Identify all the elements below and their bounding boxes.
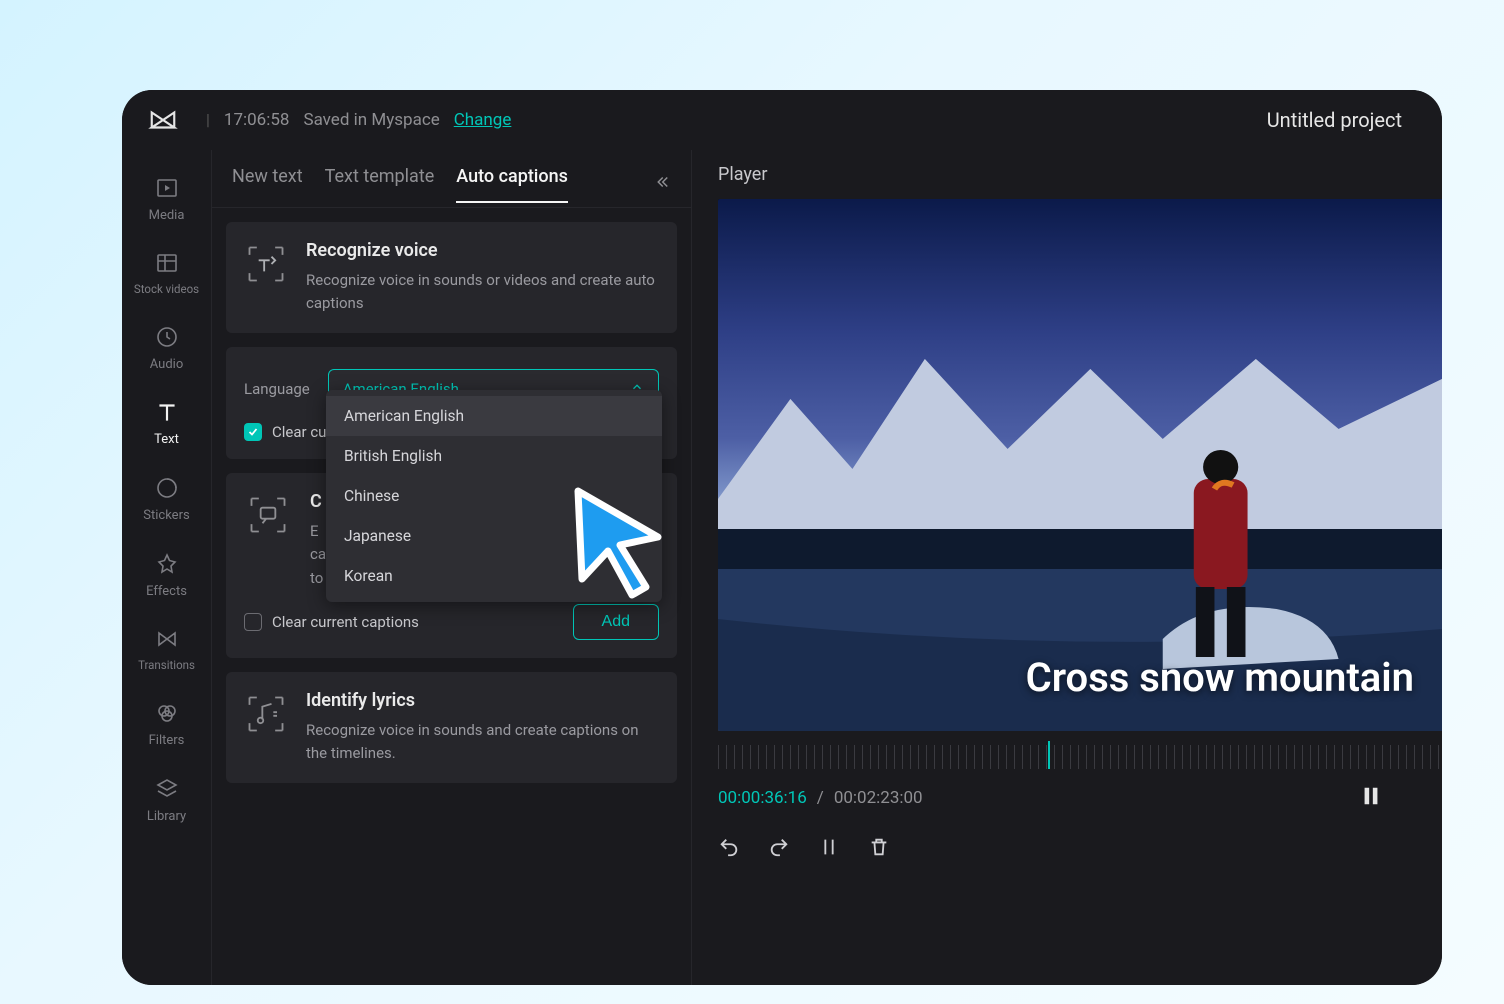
clear-captions-checkbox[interactable]: [244, 423, 262, 441]
left-sidebar: Media Stock videos Audio Text Stickers E…: [122, 150, 212, 985]
add-button[interactable]: Add: [573, 604, 659, 640]
sidebar-item-transitions[interactable]: Transitions: [125, 615, 209, 689]
sidebar-item-label: Filters: [149, 733, 185, 749]
audio-icon: [153, 323, 181, 351]
app-window: | 17:06:58 Saved in Myspace Change Untit…: [122, 90, 1442, 985]
media-icon: [153, 174, 181, 202]
player-title: Player: [718, 164, 1442, 199]
text-panel: New text Text template Auto captions Rec…: [212, 150, 692, 985]
playhead[interactable]: [1048, 741, 1050, 769]
create-captions-desc-line: E: [310, 520, 326, 543]
identify-lyrics-card: Identify lyrics Recognize voice in sound…: [226, 672, 677, 784]
recognize-voice-title: Recognize voice: [306, 240, 659, 261]
duration-time: 00:02:23:00: [834, 788, 923, 808]
split-button[interactable]: [818, 836, 840, 862]
recognize-voice-card: Recognize voice Recognize voice in sound…: [226, 222, 677, 334]
sidebar-item-label: Library: [147, 809, 186, 825]
undo-button[interactable]: [718, 836, 740, 862]
create-captions-title-trunc: C: [310, 491, 326, 512]
language-label: Language: [244, 380, 310, 398]
text-icon: [153, 398, 181, 426]
recognize-voice-desc: Recognize voice in sounds or videos and …: [306, 269, 659, 316]
stock-icon: [153, 249, 181, 277]
clear-captions-label: Clear current captions: [272, 613, 419, 631]
create-captions-desc-line: ca: [310, 543, 326, 566]
text-tabs: New text Text template Auto captions: [212, 150, 691, 208]
filters-icon: [153, 699, 181, 727]
tab-new-text[interactable]: New text: [232, 166, 303, 203]
sidebar-item-label: Audio: [150, 357, 183, 373]
sidebar-item-filters[interactable]: Filters: [125, 689, 209, 765]
tab-auto-captions[interactable]: Auto captions: [456, 166, 568, 203]
sidebar-item-label: Effects: [146, 584, 187, 600]
capcut-logo-icon: [148, 105, 178, 135]
sidebar-item-effects[interactable]: Effects: [125, 540, 209, 616]
divider: |: [206, 110, 210, 129]
language-option[interactable]: Japanese: [326, 516, 662, 556]
mountain-scene: [718, 199, 1442, 731]
identify-lyrics-icon: [244, 690, 288, 738]
create-captions-desc-line: to: [310, 567, 326, 590]
sidebar-item-audio[interactable]: Audio: [125, 313, 209, 389]
clear-captions-checkbox-2[interactable]: [244, 613, 262, 631]
sidebar-item-text[interactable]: Text: [125, 388, 209, 464]
library-icon: [153, 775, 181, 803]
delete-button[interactable]: [868, 836, 890, 862]
language-option[interactable]: British English: [326, 436, 662, 476]
sidebar-item-label: Stock videos: [134, 283, 199, 297]
sidebar-item-stock-videos[interactable]: Stock videos: [125, 239, 209, 313]
timeline[interactable]: [718, 745, 1442, 769]
saved-label: Saved in Myspace: [303, 110, 439, 130]
topbar: | 17:06:58 Saved in Myspace Change Untit…: [122, 90, 1442, 150]
toolbar: [718, 836, 1442, 862]
panel-body: Recognize voice Recognize voice in sound…: [212, 208, 691, 798]
sidebar-item-label: Media: [149, 208, 185, 224]
language-option[interactable]: Korean: [326, 556, 662, 596]
top-meta: 17:06:58 Saved in Myspace Change: [224, 110, 511, 130]
sidebar-item-label: Text: [154, 432, 179, 448]
collapse-panel-icon[interactable]: [653, 173, 671, 195]
video-preview[interactable]: Cross snow mountain: [718, 199, 1442, 731]
caption-overlay: Cross snow mountain: [1026, 654, 1414, 701]
sidebar-item-library[interactable]: Library: [125, 765, 209, 841]
time-separator: /: [817, 788, 824, 808]
stickers-icon: [153, 474, 181, 502]
app-logo: [148, 105, 178, 135]
sidebar-item-label: Stickers: [143, 508, 189, 524]
redo-button[interactable]: [768, 836, 790, 862]
current-time: 00:00:36:16: [718, 788, 807, 808]
main-area: Media Stock videos Audio Text Stickers E…: [122, 150, 1442, 985]
change-link[interactable]: Change: [454, 110, 512, 130]
recognize-voice-icon: [244, 240, 288, 288]
clear-captions-label-truncated: Clear cur: [272, 423, 332, 441]
player-panel: Player: [692, 150, 1442, 985]
identify-lyrics-title: Identify lyrics: [306, 690, 659, 711]
sidebar-item-media[interactable]: Media: [125, 164, 209, 240]
save-time: 17:06:58: [224, 110, 290, 130]
sidebar-item-stickers[interactable]: Stickers: [125, 464, 209, 540]
pause-button[interactable]: [1360, 783, 1382, 814]
tab-text-template[interactable]: Text template: [325, 166, 435, 203]
time-row: 00:00:36:16 / 00:02:23:00: [718, 783, 1442, 814]
sidebar-item-label: Transitions: [138, 659, 195, 673]
effects-icon: [153, 550, 181, 578]
language-option[interactable]: American English: [326, 396, 662, 436]
transitions-icon: [153, 625, 181, 653]
create-captions-icon: [244, 491, 292, 539]
language-dropdown: American English British English Chinese…: [326, 390, 662, 602]
language-option[interactable]: Chinese: [326, 476, 662, 516]
project-title[interactable]: Untitled project: [1267, 108, 1402, 132]
identify-lyrics-desc: Recognize voice in sounds and create cap…: [306, 719, 659, 766]
